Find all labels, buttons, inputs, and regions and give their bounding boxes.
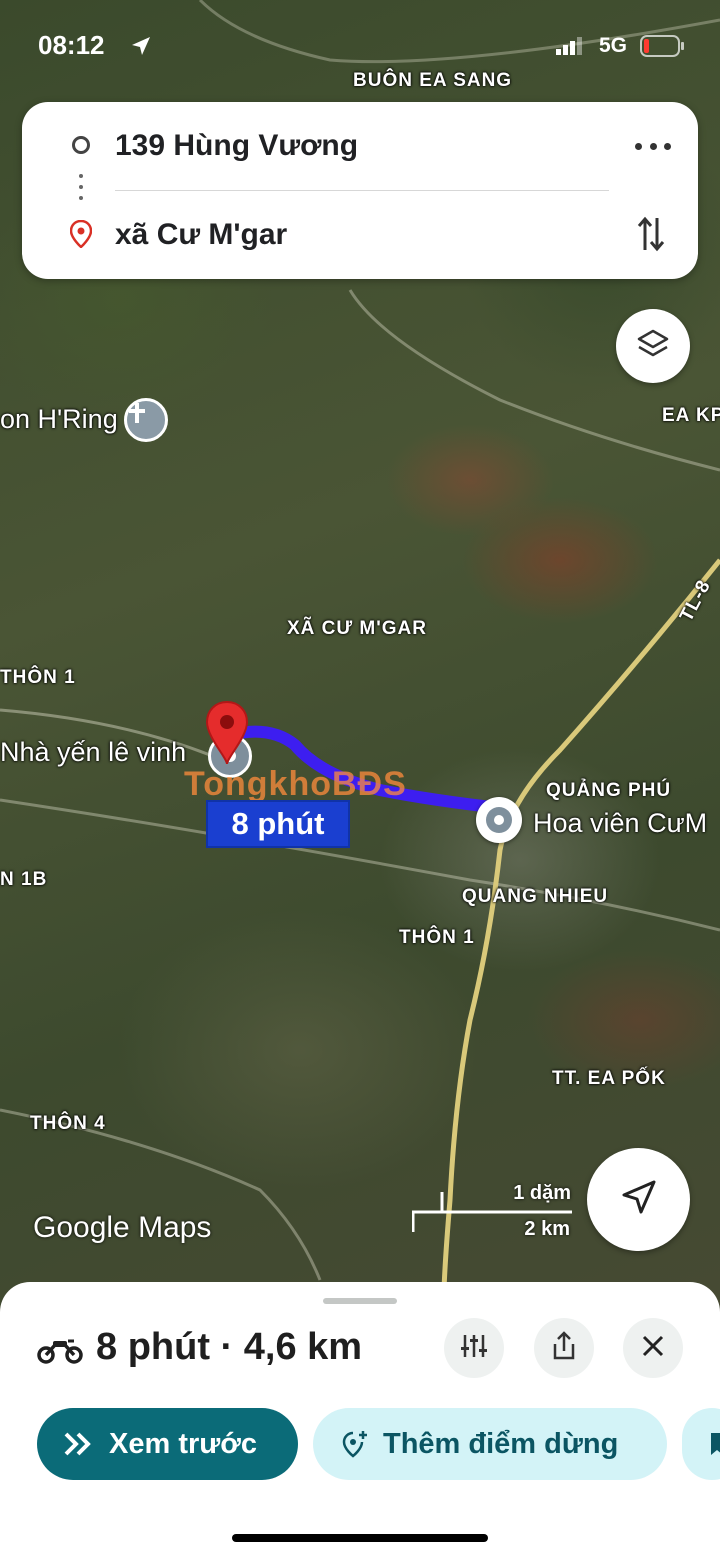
destination-field[interactable]: xã Cư M'gar bbox=[115, 218, 287, 252]
place-label: QUANG NHIEU bbox=[462, 886, 609, 907]
destination-pin-icon[interactable] bbox=[204, 700, 250, 766]
bookmark-icon bbox=[710, 1432, 720, 1456]
network-type: 5G bbox=[599, 34, 628, 57]
place-label: QUẢNG PHÚ bbox=[546, 780, 672, 801]
place-label: N 1B bbox=[0, 869, 48, 890]
sliders-icon bbox=[460, 1333, 488, 1364]
my-location-button[interactable] bbox=[587, 1148, 690, 1251]
close-icon bbox=[641, 1334, 665, 1363]
place-label: THÔN 4 bbox=[30, 1113, 106, 1134]
sheet-handle[interactable] bbox=[323, 1298, 397, 1304]
navigation-arrow-icon bbox=[620, 1178, 658, 1221]
trip-summary: 8 phút · 4,6 km bbox=[96, 1326, 363, 1368]
swap-icon[interactable] bbox=[636, 214, 666, 259]
motorcycle-icon bbox=[37, 1336, 83, 1369]
route-card: 139 Hùng Vương xã Cư M'gar bbox=[22, 102, 698, 279]
home-indicator bbox=[232, 1534, 488, 1542]
place-label: THÔN 1 bbox=[0, 667, 76, 688]
add-stop-button[interactable]: Thêm điểm dừng bbox=[313, 1408, 667, 1480]
signal-icon bbox=[556, 36, 584, 61]
place-label: TT. EA PỐK bbox=[552, 1068, 666, 1089]
route-duration-label[interactable]: 8 phút bbox=[206, 800, 350, 848]
origin-field[interactable]: 139 Hùng Vương bbox=[115, 129, 358, 163]
add-stop-icon bbox=[341, 1429, 369, 1459]
place-label: XÃ CƯ M'GAR bbox=[287, 618, 428, 639]
poi-label[interactable]: Hoa viên CưM bbox=[533, 808, 707, 839]
poi-label[interactable]: Nhà yến lê vinh bbox=[0, 737, 186, 768]
status-bar: 08:12 5G bbox=[0, 0, 720, 90]
share-icon bbox=[551, 1330, 577, 1366]
more-options-icon[interactable] bbox=[635, 138, 671, 154]
preview-button[interactable]: Xem trước bbox=[37, 1408, 298, 1480]
battery-icon bbox=[640, 35, 686, 62]
google-maps-logo: Google Maps bbox=[33, 1211, 212, 1244]
church-icon[interactable] bbox=[124, 398, 168, 442]
layers-icon bbox=[636, 327, 670, 366]
poi-label[interactable]: on H'Ring bbox=[0, 404, 118, 435]
layers-button[interactable] bbox=[616, 309, 690, 383]
place-label: THÔN 1 bbox=[399, 927, 475, 948]
scale-bar: 1 dặm 2 km bbox=[412, 1180, 582, 1240]
route-options-button[interactable] bbox=[444, 1318, 504, 1378]
preview-label: Xem trước bbox=[109, 1427, 258, 1460]
divider bbox=[115, 190, 609, 191]
scale-km: 2 km bbox=[524, 1218, 570, 1240]
scale-miles: 1 dặm bbox=[513, 1182, 571, 1204]
double-chevron-icon bbox=[63, 1431, 93, 1457]
share-button[interactable] bbox=[534, 1318, 594, 1378]
more-actions-button[interactable] bbox=[682, 1408, 720, 1480]
place-label: EA KP bbox=[662, 405, 720, 426]
status-time: 08:12 bbox=[38, 30, 105, 60]
origin-circle-icon bbox=[72, 136, 90, 154]
add-stop-label: Thêm điểm dừng bbox=[383, 1427, 619, 1460]
route-dots-icon bbox=[79, 174, 83, 208]
origin-marker-icon[interactable] bbox=[476, 797, 522, 843]
directions-sheet: 8 phút · 4,6 km Xem trước Thêm điểm dừng bbox=[0, 1282, 720, 1559]
destination-pin-icon bbox=[69, 219, 93, 253]
watermark: TongkhoBĐS bbox=[184, 765, 407, 803]
close-button[interactable] bbox=[623, 1318, 683, 1378]
location-arrow-icon bbox=[129, 34, 153, 63]
